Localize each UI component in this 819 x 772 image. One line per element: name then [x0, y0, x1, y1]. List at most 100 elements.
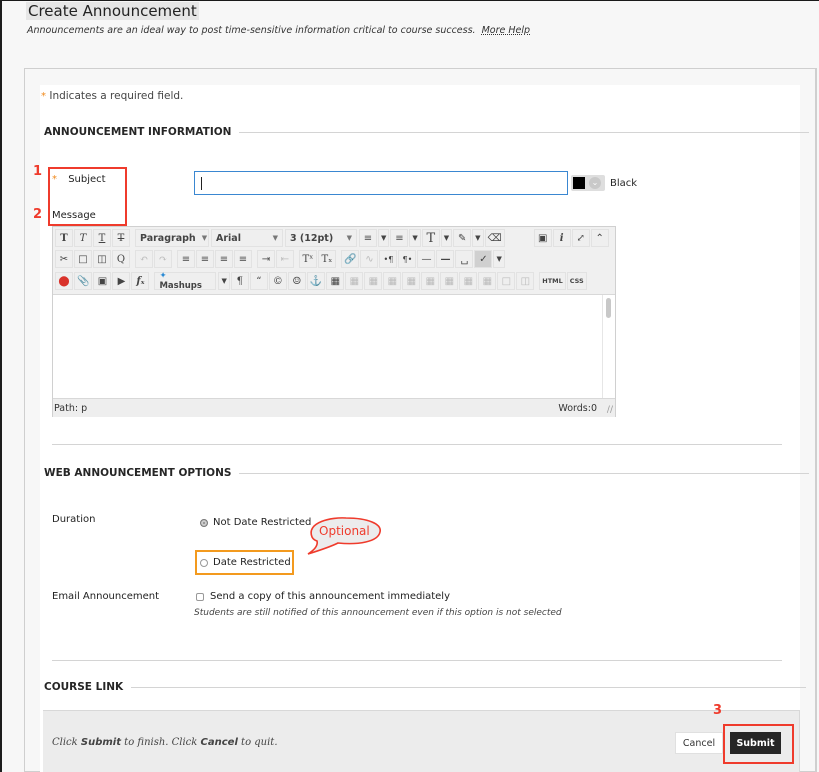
underline-icon[interactable]: T: [93, 229, 111, 247]
find-icon[interactable]: Q: [112, 250, 130, 268]
email-hint: Students are still notified of this anno…: [194, 608, 562, 618]
bullet-list-icon[interactable]: ≡: [359, 229, 377, 247]
indent-icon[interactable]: ⇥: [257, 250, 275, 268]
annotation-box-submit: [723, 724, 794, 764]
toolbar-row-2: ✂ □ ◫ Q ↶ ↷ ≡ ≡ ≡ ≡ ⇥ ⇤ Tˣ Tₓ 🔗 ∿ •¶ ¶• …: [55, 249, 506, 269]
italic-icon[interactable]: T: [74, 229, 92, 247]
anchor-icon[interactable]: ⚓: [306, 272, 326, 290]
undo-icon[interactable]: ↶: [135, 250, 153, 268]
bold-icon[interactable]: T: [55, 229, 73, 247]
paragraph-format-select[interactable]: Paragraph ▼: [135, 229, 209, 247]
cut-icon[interactable]: ✂: [55, 250, 73, 268]
chevron-down-icon[interactable]: ▼: [440, 229, 453, 247]
resize-handle-icon[interactable]: ∕∕: [607, 405, 613, 415]
footer-text: Click: [52, 737, 81, 748]
math-formula-icon[interactable]: fₓ: [131, 272, 150, 290]
outdent-icon[interactable]: ⇤: [276, 250, 294, 268]
required-note-text: Indicates a required field.: [49, 90, 184, 102]
subject-label: * Subject: [52, 174, 106, 185]
color-name: Black: [610, 178, 638, 189]
editor-scrollbar[interactable]: [602, 295, 615, 399]
word-count: Words:0: [558, 403, 597, 414]
horizontal-rule-icon[interactable]: —: [417, 250, 436, 268]
subject-input[interactable]: [194, 171, 568, 195]
mashups-label: ✦ Mashups: [159, 271, 211, 291]
preview-icon[interactable]: ▣: [533, 229, 552, 247]
more-help-link[interactable]: More Help: [482, 25, 530, 36]
rtl-icon[interactable]: ¶•: [398, 250, 417, 268]
paste-icon[interactable]: ◫: [93, 250, 111, 268]
footer-text: to finish. Click: [121, 737, 201, 748]
message-text-area[interactable]: [53, 294, 615, 399]
chevron-down-icon[interactable]: ▼: [472, 229, 484, 247]
mashups-select[interactable]: ✦ Mashups: [154, 271, 217, 291]
media-icon[interactable]: ▶: [112, 272, 131, 290]
image-icon[interactable]: ▣: [93, 272, 112, 290]
align-left-icon[interactable]: ≡: [177, 250, 195, 268]
subscript-icon[interactable]: Tₓ: [318, 250, 336, 268]
radio-not-date-restricted[interactable]: Not Date Restricted: [200, 517, 311, 528]
redo-icon[interactable]: ↷: [154, 250, 172, 268]
text-color-picker[interactable]: ⌄: [571, 175, 605, 191]
record-icon[interactable]: ⬤: [55, 272, 73, 290]
unlink-icon[interactable]: ∿: [360, 250, 379, 268]
section-heading: COURSE LINK: [44, 681, 124, 693]
chevron-down-icon[interactable]: ▼: [378, 229, 390, 247]
email-copy-checkbox[interactable]: [196, 592, 204, 601]
table-cell-icon[interactable]: ▦: [364, 272, 383, 290]
chevron-down-icon[interactable]: ▼: [218, 272, 230, 290]
table-split-cell-icon[interactable]: □: [497, 272, 516, 290]
email-copy-checkbox-row[interactable]: Send a copy of this announcement immedia…: [196, 591, 450, 602]
footer-text-submit: Submit: [80, 737, 121, 748]
table-icon[interactable]: ▦: [326, 272, 345, 290]
section-divider: [239, 131, 810, 133]
section-divider: [239, 472, 810, 474]
thick-rule-icon[interactable]: —: [436, 250, 455, 268]
collapse-icon[interactable]: ⌃: [590, 229, 609, 247]
copy-icon[interactable]: □: [74, 250, 92, 268]
paragraph-mark-icon[interactable]: ¶: [230, 272, 249, 290]
section-course-link: COURSE LINK: [44, 681, 807, 693]
link-icon[interactable]: 🔗: [341, 250, 360, 268]
info-icon[interactable]: i: [552, 229, 571, 247]
table-insert-row-after-icon[interactable]: ▦: [402, 272, 421, 290]
ltr-icon[interactable]: •¶: [379, 250, 398, 268]
font-size-select[interactable]: 3 (12pt) ▼: [285, 229, 357, 247]
highlight-icon[interactable]: ✎: [453, 229, 472, 247]
copyright-icon[interactable]: ©: [268, 272, 287, 290]
table-insert-col-after-icon[interactable]: ▦: [459, 272, 478, 290]
page-title: Create Announcement: [26, 2, 199, 20]
table-delete-col-icon[interactable]: ▦: [478, 272, 497, 290]
scrollbar-thumb[interactable]: [606, 298, 611, 318]
align-center-icon[interactable]: ≡: [196, 250, 214, 268]
nbsp-icon[interactable]: ␣: [455, 250, 474, 268]
font-family-select[interactable]: Arial ▼: [211, 229, 283, 247]
table-merge-cell-icon[interactable]: ◫: [516, 272, 535, 290]
table-insert-col-before-icon[interactable]: ▦: [440, 272, 459, 290]
blockquote-icon[interactable]: “: [249, 272, 268, 290]
spellcheck-icon[interactable]: ✓: [474, 250, 493, 268]
text-color-icon[interactable]: T: [421, 229, 440, 247]
superscript-icon[interactable]: Tˣ: [299, 250, 317, 268]
radio-button-checked[interactable]: [200, 518, 208, 527]
email-announcement-label: Email Announcement: [52, 591, 160, 602]
cancel-button[interactable]: Cancel: [675, 732, 723, 754]
chevron-down-icon[interactable]: ▼: [409, 229, 421, 247]
table-row-icon[interactable]: ▦: [345, 272, 364, 290]
table-delete-row-icon[interactable]: ▦: [421, 272, 440, 290]
css-button[interactable]: CSS: [566, 272, 587, 290]
attachment-icon[interactable]: 📎: [74, 272, 93, 290]
subject-label-text: Subject: [68, 174, 106, 185]
html-source-button[interactable]: HTML: [539, 272, 566, 290]
chevron-down-icon[interactable]: ▼: [493, 250, 505, 268]
strikethrough-icon[interactable]: T: [112, 229, 130, 247]
divider: [52, 444, 782, 445]
paragraph-format-value: Paragraph: [140, 232, 196, 244]
emoticon-icon[interactable]: ☺: [287, 272, 306, 290]
table-insert-row-before-icon[interactable]: ▦: [383, 272, 402, 290]
fullscreen-icon[interactable]: ⤢: [571, 229, 590, 247]
eraser-icon[interactable]: ⌫: [484, 229, 505, 247]
justify-icon[interactable]: ≡: [234, 250, 252, 268]
align-right-icon[interactable]: ≡: [215, 250, 233, 268]
numbered-list-icon[interactable]: ≡: [390, 229, 409, 247]
